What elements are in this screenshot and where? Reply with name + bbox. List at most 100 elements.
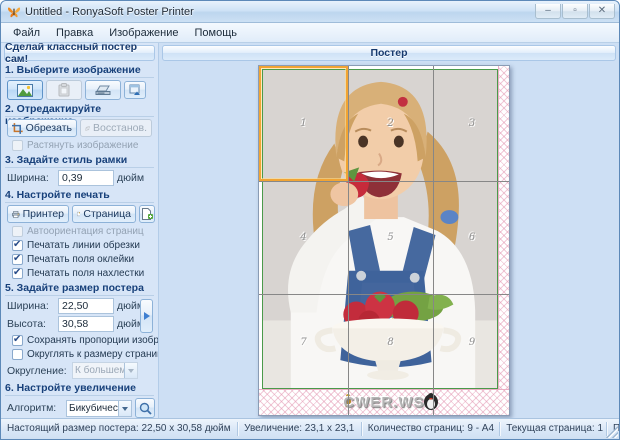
scanner-icon <box>95 85 111 95</box>
status-bar: Настоящий размер постера: 22,50 x 30,58 … <box>1 418 619 439</box>
watermark-text: CWER.WS <box>343 394 425 411</box>
restore-icon <box>85 125 90 131</box>
page-add-icon <box>141 208 153 220</box>
poster-cell-6[interactable]: 6 <box>433 181 511 294</box>
poster-cell-1-selected[interactable]: 1 <box>259 66 348 181</box>
poster-cell-5[interactable]: 5 <box>348 181 433 294</box>
checkbox-print-overlap-margins[interactable]: Печатать поля нахлестки <box>12 267 155 279</box>
checkbox-label: Печатать поля нахлестки <box>27 267 145 279</box>
checkbox-label: Автоориентация страниц <box>27 225 144 237</box>
cell-number: 7 <box>300 336 307 348</box>
maximize-button[interactable]: ▫ <box>562 4 588 19</box>
acquire-image-button[interactable] <box>124 81 146 99</box>
frame-width-input[interactable] <box>58 170 114 186</box>
checkbox-print-cut-lines[interactable]: Печатать линии обрезки <box>12 239 155 251</box>
page-icon <box>77 211 81 217</box>
crop-button-label: Обрезать <box>25 122 72 134</box>
open-image-button[interactable] <box>7 80 43 100</box>
printer-settings-button[interactable]: Принтер <box>7 205 69 223</box>
rounding-value: К большему <box>75 365 124 376</box>
poster-panel: Постер CWER.WS 1 2 3 4 5 6 7 8 9 <box>159 43 619 418</box>
poster-canvas[interactable]: CWER.WS 1 2 3 4 5 6 7 8 9 <box>162 63 616 416</box>
status-zoom: Увеличение: 23,1 x 23,1 <box>238 422 362 436</box>
checkbox-box[interactable] <box>12 239 23 251</box>
app-window: Untitled - RonyaSoft Poster Printer – ▫ … <box>0 0 620 440</box>
menu-edit[interactable]: Правка <box>48 25 101 41</box>
page-button-label: Страница <box>83 208 131 220</box>
frame-width-label: Ширина: <box>7 172 49 184</box>
close-button[interactable]: ✕ <box>589 4 615 19</box>
checkbox-box[interactable] <box>12 225 23 237</box>
status-poster-size: Настоящий размер постера: 22,50 x 30,58 … <box>1 422 239 436</box>
checkbox-auto-orientation[interactable]: Автоориентация страниц <box>12 225 155 237</box>
dropdown-arrow-icon[interactable] <box>118 400 131 416</box>
picture-icon <box>17 83 33 97</box>
paste-image-button[interactable] <box>46 80 82 100</box>
section-title-edit-image: 2. Отредактируйте изображение <box>5 103 154 127</box>
checkbox-box[interactable] <box>12 139 23 151</box>
cell-number: 1 <box>300 118 307 129</box>
checkbox-label: Растянуть изображение <box>27 139 139 151</box>
dropdown-arrow-icon[interactable] <box>124 363 137 378</box>
checkbox-keep-proportions[interactable]: Сохранять пропорции изображения <box>12 334 158 346</box>
checkbox-print-glue-margins[interactable]: Печатать поля оклейки <box>12 253 155 265</box>
checkbox-box[interactable] <box>12 253 23 265</box>
algorithm-dropdown[interactable]: Бикубичес <box>66 399 132 417</box>
resize-grip[interactable] <box>606 426 618 438</box>
algorithm-value: Бикубичес <box>69 402 118 414</box>
menu-help[interactable]: Помощь <box>187 25 246 41</box>
minimize-button[interactable]: – <box>535 4 561 19</box>
checkbox-stretch-image[interactable]: Растянуть изображение <box>12 139 155 151</box>
status-page-count: Количество страниц: 9 - А4 <box>362 422 501 436</box>
page-settings-button[interactable]: Страница <box>72 205 136 223</box>
poster-cell-9[interactable]: 9 <box>433 294 511 390</box>
frame-width-unit: дюйм <box>117 172 145 184</box>
checkbox-label: Печатать поля оклейки <box>27 253 135 265</box>
menu-image[interactable]: Изображение <box>101 25 186 41</box>
checkbox-label: Печатать линии обрезки <box>27 239 140 251</box>
poster-cell-3[interactable]: 3 <box>433 66 511 181</box>
status-current-page: Текущая страница: 1 <box>500 422 608 436</box>
restore-button-label: Восстанов. <box>92 122 147 134</box>
section-title-enlargement: 6. Настройте увеличение <box>5 382 154 396</box>
butterfly-app-icon <box>7 7 21 17</box>
checkbox-box[interactable] <box>12 267 23 279</box>
poster-page-preview[interactable]: CWER.WS 1 2 3 4 5 6 7 8 9 <box>258 65 510 416</box>
crop-button[interactable]: Обрезать <box>7 119 77 137</box>
cell-number: 9 <box>468 336 476 348</box>
poster-cell-7[interactable]: 7 <box>259 294 348 390</box>
cell-number: 5 <box>387 232 394 243</box>
algorithm-label: Алгоритм: <box>7 402 57 414</box>
poster-height-input[interactable] <box>58 316 114 332</box>
section-title-frame-style: 3. Задайте стиль рамки <box>5 154 154 168</box>
page-preview-button[interactable] <box>139 205 155 223</box>
checkbox-box[interactable] <box>12 334 23 346</box>
checkbox-label: Округлять к размеру страницы <box>27 348 159 360</box>
import-window-icon <box>129 84 140 95</box>
checkbox-round-to-page[interactable]: Округлять к размеру страницы <box>12 348 158 360</box>
crop-icon <box>12 122 23 134</box>
scan-image-button[interactable] <box>85 80 121 100</box>
rounding-dropdown[interactable]: К большему <box>72 362 138 379</box>
menu-bar: Файл Правка Изображение Помощь <box>1 23 619 43</box>
sidebar: Сделай классный постер сам! 1. Выберите … <box>1 43 159 418</box>
link-dimensions-button[interactable] <box>140 299 153 333</box>
checkbox-box[interactable] <box>12 348 23 360</box>
poster-height-label: Высота: <box>7 318 46 330</box>
poster-cell-2[interactable]: 2 <box>348 66 433 181</box>
cell-number: 2 <box>387 118 394 129</box>
cell-number: 8 <box>387 336 394 348</box>
clipboard-paste-icon <box>58 83 70 97</box>
poster-width-input[interactable] <box>58 298 114 314</box>
cell-number: 4 <box>300 232 307 243</box>
preview-enlargement-button[interactable] <box>135 398 155 418</box>
title-bar[interactable]: Untitled - RonyaSoft Poster Printer – ▫ … <box>1 1 619 23</box>
poster-cell-8[interactable]: 8 <box>348 294 433 390</box>
window-title: Untitled - RonyaSoft Poster Printer <box>25 5 194 18</box>
sidebar-header: Сделай классный постер сам! <box>4 43 155 65</box>
printer-icon <box>12 210 20 218</box>
restore-button[interactable]: Восстанов. <box>80 119 152 137</box>
poster-cell-4[interactable]: 4 <box>259 181 348 294</box>
rounding-label: Округление: <box>7 364 67 377</box>
menu-file[interactable]: Файл <box>5 25 48 41</box>
